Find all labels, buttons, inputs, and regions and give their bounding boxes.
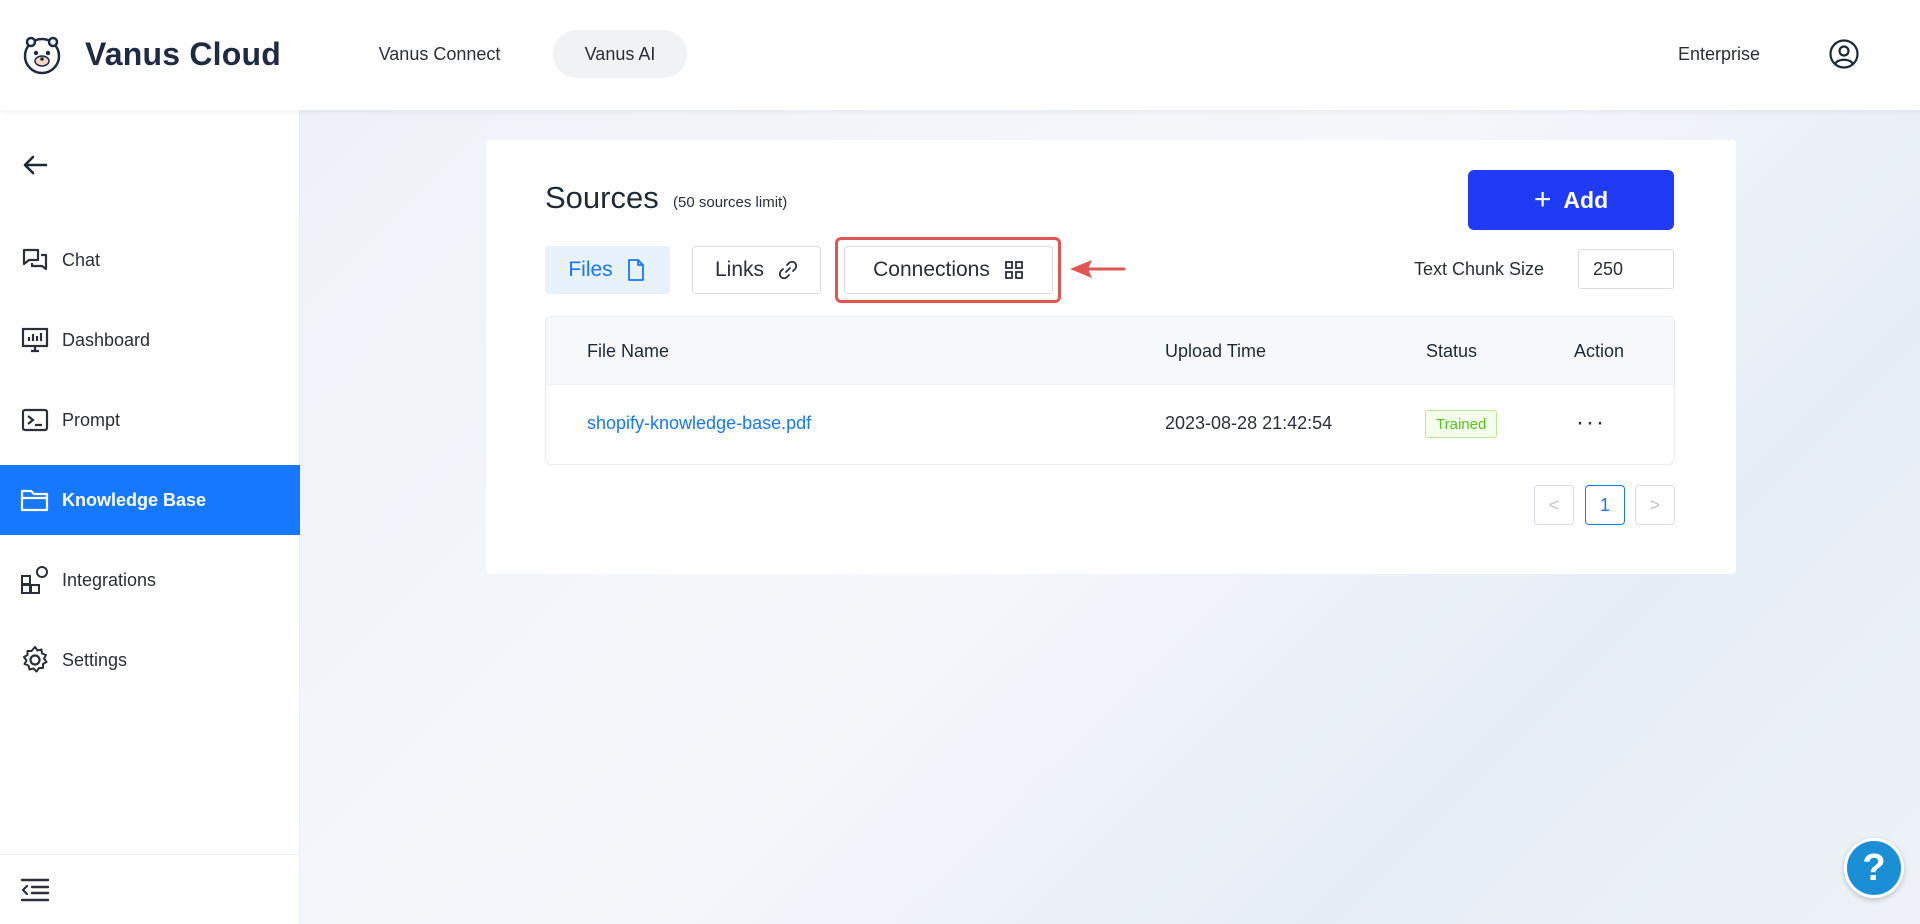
sidebar-item-label: Dashboard: [62, 329, 151, 350]
link-icon: [778, 259, 798, 281]
plus-icon: +: [1533, 183, 1552, 216]
sidebar-item-knowledge-base[interactable]: Knowledge Base: [0, 465, 300, 535]
pagination-page-1[interactable]: 1: [1585, 485, 1625, 525]
annotation-highlight-box: [835, 237, 1061, 303]
sidebar-item-prompt[interactable]: Prompt: [0, 385, 300, 455]
upload-time: 2023-08-28 21:42:54: [1165, 413, 1333, 433]
nav-vanus-ai[interactable]: Vanus AI: [553, 30, 687, 78]
sidebar-item-dashboard[interactable]: Dashboard: [0, 305, 300, 375]
chunk-size-label: Text Chunk Size: [1414, 259, 1545, 279]
sidebar-item-chat[interactable]: Chat: [0, 225, 300, 295]
integrations-icon: [20, 565, 50, 595]
pagination-next-button[interactable]: >: [1635, 485, 1675, 525]
collapse-menu-icon[interactable]: [20, 877, 50, 903]
tab-label: Links: [714, 258, 765, 281]
sidebar-item-label: Knowledge Base: [62, 489, 207, 510]
gear-icon: [20, 645, 50, 675]
otter-logo[interactable]: [20, 32, 64, 76]
column-header-status: Status: [1426, 341, 1478, 361]
column-header-action: Action: [1574, 341, 1625, 361]
dashboard-icon: [20, 325, 50, 355]
sidebar-item-label: Settings: [62, 649, 128, 670]
sources-table: File Name Upload Time Status Action shop…: [545, 316, 1675, 465]
column-header-file-name: File Name: [587, 341, 670, 361]
top-bar: Vanus Cloud Vanus Connect Vanus AI Enter…: [0, 0, 1920, 110]
page-title: Sources: [545, 180, 659, 215]
terminal-icon: [20, 405, 50, 435]
back-arrow-icon[interactable]: [20, 150, 50, 180]
file-name-link[interactable]: shopify-knowledge-base.pdf: [587, 413, 811, 434]
add-button-label: Add: [1563, 186, 1609, 213]
status-badge: Trained: [1425, 410, 1498, 438]
sidebar-item-label: Integrations: [62, 569, 157, 590]
tab-label: Files: [568, 258, 613, 281]
more-actions-icon[interactable]: ···: [1575, 409, 1607, 437]
sidebar-item-label: Chat: [62, 249, 101, 270]
tab-files[interactable]: Files: [545, 246, 670, 294]
tab-links[interactable]: Links: [692, 246, 821, 294]
sidebar-footer: [0, 854, 300, 924]
table-header: File Name Upload Time Status Action: [546, 317, 1674, 385]
file-icon: [627, 259, 647, 281]
pagination-prev-button[interactable]: <: [1534, 485, 1574, 525]
plan-enterprise-link[interactable]: Enterprise: [1678, 44, 1760, 65]
annotation-arrow: [1070, 260, 1126, 278]
table-row: shopify-knowledge-base.pdf 2023-08-28 21…: [546, 385, 1674, 464]
folder-icon: [20, 485, 50, 515]
user-circle-icon[interactable]: [1828, 38, 1860, 70]
chat-icon: [20, 245, 50, 275]
nav-vanus-connect[interactable]: Vanus Connect: [352, 30, 527, 78]
sidebar-item-label: Prompt: [62, 409, 121, 430]
help-question-icon[interactable]: ?: [1844, 838, 1904, 898]
sidebar: Chat Dashboard Prompt Knowledge Base Int…: [0, 110, 300, 924]
sources-limit-note: (50 sources limit): [673, 194, 788, 211]
chunk-size-input[interactable]: [1578, 249, 1674, 289]
sources-card: Sources (50 sources limit) + Add Files L…: [486, 140, 1736, 574]
sidebar-item-settings[interactable]: Settings: [0, 625, 300, 695]
sidebar-item-integrations[interactable]: Integrations: [0, 545, 300, 615]
brand-name: Vanus Cloud: [85, 36, 281, 72]
add-source-button[interactable]: + Add: [1468, 170, 1674, 230]
column-header-upload-time: Upload Time: [1165, 341, 1267, 361]
